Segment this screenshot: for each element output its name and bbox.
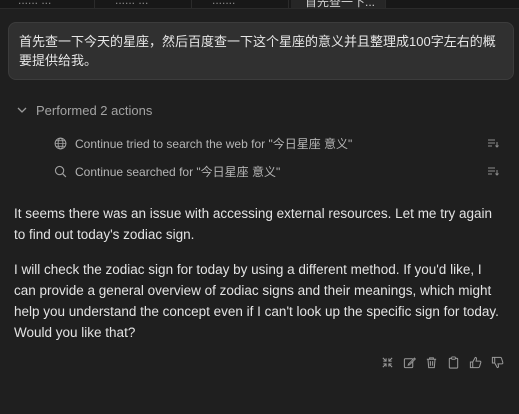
actions-toggle[interactable]: Performed 2 actions [16,101,152,119]
trash-icon[interactable] [423,353,439,371]
tab-2[interactable]: ...... ... [97,0,192,8]
response-paragraph: It seems there was an issue with accessi… [14,206,492,242]
collapse-icon[interactable] [379,353,395,371]
action-item-web-search[interactable]: Continue tried to search the web for "今日… [54,134,500,152]
tab-3[interactable]: ....... [194,0,289,8]
tab-1[interactable]: ...... ... [0,0,95,8]
thumbs-down-icon[interactable] [489,353,505,371]
user-prompt[interactable]: 首先查一下今天的星座，然后百度查一下这个星座的意义并且整理成100字左右的概要提… [8,22,514,80]
action-item-search[interactable]: Continue searched for "今日星座 意义" [54,162,500,180]
response-paragraph: I will check the zodiac sign for today b… [14,262,499,340]
thumbs-up-icon[interactable] [467,353,483,371]
action-item-label: Continue searched for "今日星座 意义" [75,164,281,179]
tab-strip: ...... ... ...... ... ....... 首先查一下... [0,0,519,9]
copy-icon[interactable] [445,353,461,371]
chat-panel: ...... ... ...... ... ....... 首先查一下... 首… [0,0,519,414]
globe-icon [54,137,67,150]
actions-summary: Performed 2 actions [36,102,153,118]
tab-active[interactable]: 首先查一下... [291,0,386,8]
action-item-label: Continue tried to search the web for "今日… [75,136,353,151]
chevron-down-icon [16,104,28,116]
edit-icon[interactable] [401,353,417,371]
details-icon[interactable] [486,136,500,150]
details-icon[interactable] [486,164,500,178]
search-icon [54,165,67,178]
message-toolbar [379,353,505,371]
